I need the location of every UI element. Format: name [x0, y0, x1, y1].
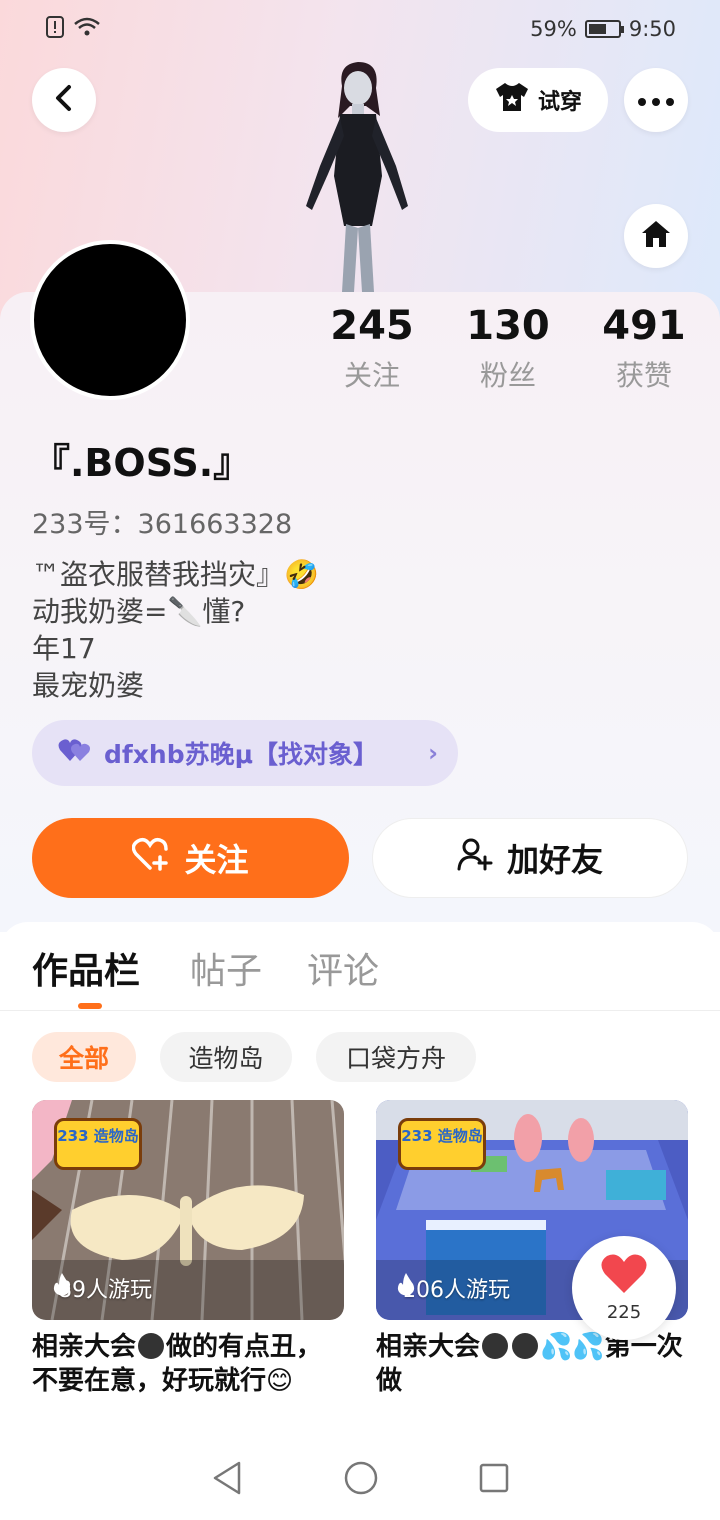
follow-button[interactable]: 关注 — [32, 818, 349, 898]
filter-pocket-ark[interactable]: 口袋方舟 — [316, 1032, 476, 1082]
dark-face-emoji — [512, 1333, 539, 1359]
try-on-button[interactable]: 试穿 — [468, 68, 608, 132]
bio-line: ™盗衣服替我挡灾』🤣 — [32, 558, 319, 591]
filter-all[interactable]: 全部 — [32, 1032, 136, 1082]
play-count-label: 106人游玩 — [402, 1278, 510, 1303]
tshirt-icon — [494, 81, 530, 119]
tab-comments[interactable]: 评论 — [307, 942, 379, 994]
more-dots-icon — [638, 91, 674, 110]
alert-icon — [46, 15, 64, 43]
tab-indicator — [78, 1003, 102, 1009]
user-id[interactable]: 233号：361663328 — [32, 502, 292, 541]
stat-label: 关注 — [343, 359, 400, 392]
nav-recents-icon[interactable] — [479, 1463, 509, 1497]
tab-posts[interactable]: 帖子 — [190, 942, 262, 994]
wifi-icon — [74, 17, 100, 42]
work-thumbnail[interactable]: 233 造物岛 89人游玩 — [32, 1100, 344, 1320]
nav-back-icon[interactable] — [211, 1461, 243, 1499]
dark-face-emoji — [482, 1333, 509, 1359]
bio: ™盗衣服替我挡灾』🤣 动我奶婆=🔪懂? 年17 最宠奶婆 — [32, 556, 319, 704]
back-button[interactable] — [32, 68, 96, 132]
play-count: 89人游玩 — [52, 1272, 152, 1304]
chevron-left-icon — [53, 84, 75, 116]
heart-plus-icon — [132, 837, 170, 879]
add-friend-button[interactable]: 加好友 — [372, 818, 688, 898]
heart-icon — [600, 1253, 648, 1300]
username: 『.BOSS.』 — [32, 441, 252, 485]
battery-percent: 59% — [530, 17, 577, 41]
partner-label: dfxhb苏晚μ【找对象】 — [104, 740, 378, 769]
stat-label: 粉丝 — [479, 359, 536, 392]
add-user-icon — [457, 837, 493, 879]
stat-value: 245 — [330, 303, 414, 349]
more-button[interactable] — [624, 68, 688, 132]
divider — [0, 1010, 720, 1011]
status-bar: 59% 9:50 — [0, 0, 720, 58]
home-icon — [640, 219, 672, 253]
avatar-3d-figure[interactable] — [296, 56, 420, 296]
stat-following[interactable]: 245 关注 — [312, 302, 432, 394]
battery-icon — [584, 20, 624, 38]
work-title-text: 相亲大会 — [376, 1332, 481, 1362]
stat-value: 491 — [602, 303, 686, 349]
like-button[interactable]: 225 — [572, 1236, 676, 1340]
game-logo: 233 造物岛 — [54, 1118, 142, 1170]
bio-line: 最宠奶婆 — [32, 669, 145, 702]
stat-label: 获赞 — [615, 359, 672, 392]
partner-badge[interactable]: dfxhb苏晚μ【找对象】 › — [32, 720, 458, 786]
bio-line: 年17 — [32, 632, 96, 665]
work-card[interactable]: 233 造物岛 89人游玩 相亲大会 做的有点丑，不要在意，好玩就行😊 — [32, 1100, 344, 1398]
dark-face-emoji — [138, 1333, 165, 1359]
work-title: 相亲大会 做的有点丑，不要在意，好玩就行😊 — [32, 1330, 344, 1398]
play-count-label: 89人游玩 — [58, 1278, 152, 1303]
follow-label: 关注 — [184, 841, 249, 879]
clock: 9:50 — [628, 17, 676, 41]
stat-value: 130 — [466, 303, 550, 349]
game-logo: 233 造物岛 — [398, 1118, 486, 1170]
nav-home-icon[interactable] — [344, 1461, 378, 1499]
chevron-right-icon: › — [428, 739, 438, 767]
home-button[interactable] — [624, 204, 688, 268]
work-title-text: 相亲大会 — [32, 1332, 137, 1362]
filter-creation-island[interactable]: 造物岛 — [160, 1032, 292, 1082]
system-nav-bar — [0, 1440, 720, 1520]
stat-likes[interactable]: 491 获赞 — [584, 302, 704, 394]
avatar[interactable] — [30, 240, 190, 400]
double-heart-icon — [58, 737, 92, 769]
tab-works[interactable]: 作品栏 — [32, 942, 140, 994]
play-count: 106人游玩 — [396, 1272, 510, 1304]
stat-fans[interactable]: 130 粉丝 — [448, 302, 568, 394]
add-friend-label: 加好友 — [506, 841, 603, 879]
bio-line: 动我奶婆=🔪懂? — [32, 595, 246, 628]
work-title: 相亲大会 💦💦第一次做 — [376, 1330, 688, 1398]
try-on-label: 试穿 — [537, 90, 582, 115]
like-count: 225 — [606, 1302, 642, 1323]
